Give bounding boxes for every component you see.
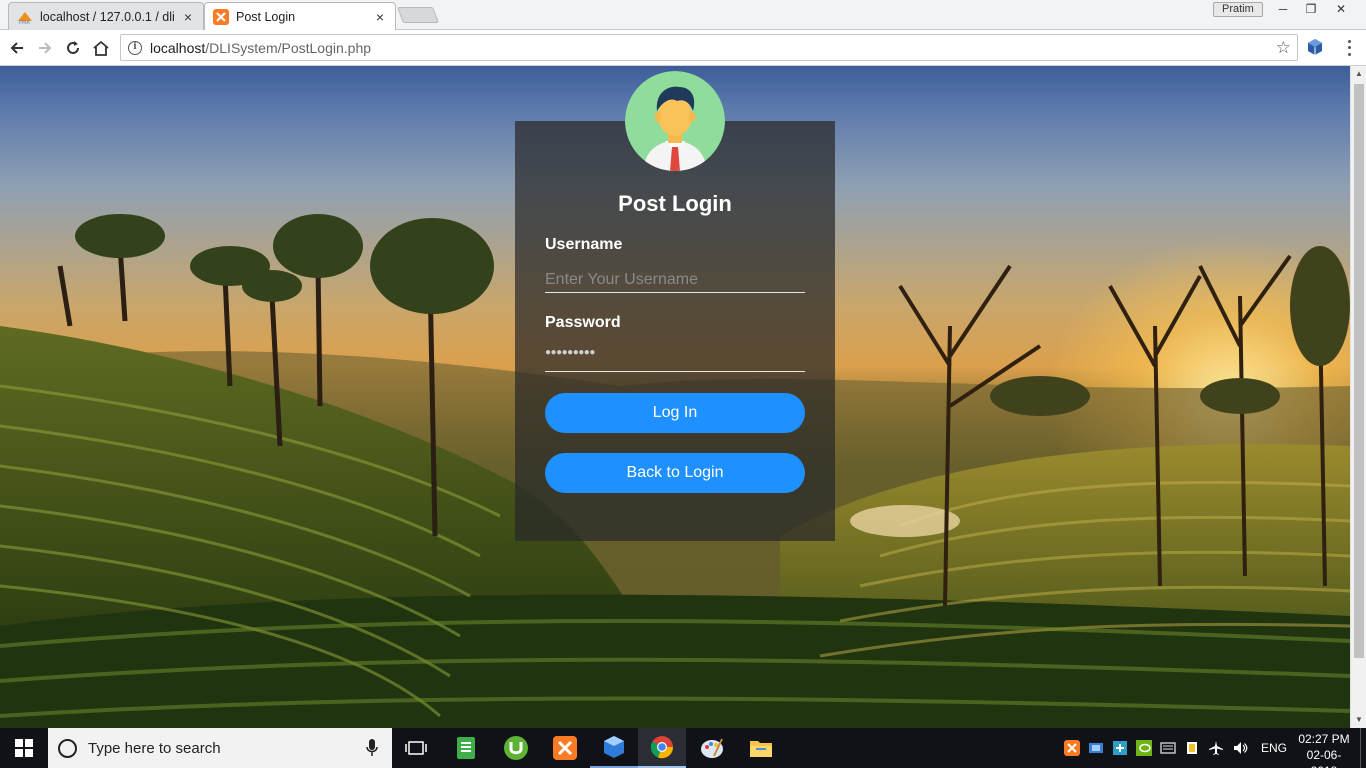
user-avatar-icon	[625, 71, 725, 171]
scrollbar-thumb[interactable]	[1354, 84, 1364, 658]
notepad-plus-app[interactable]	[442, 728, 490, 768]
clock-time: 02:27 PM	[1298, 732, 1350, 746]
reload-icon	[67, 41, 79, 54]
taskbar-search[interactable]: Type here to search	[48, 728, 392, 768]
utorrent-app[interactable]	[492, 728, 540, 768]
clock-date: 02-06-2018	[1306, 748, 1342, 768]
scroll-up-arrow-icon[interactable]: ▲	[1351, 66, 1366, 82]
info-icon[interactable]: i	[128, 40, 142, 55]
tab-post-login[interactable]: Post Login ×	[204, 2, 396, 31]
xampp-tray-icon[interactable]	[1064, 740, 1080, 756]
utorrent-icon	[504, 736, 528, 760]
system-tray	[1064, 728, 1248, 768]
security-tray-icon[interactable]	[1112, 740, 1128, 756]
password-mask: ●●●●●●●●●	[545, 347, 595, 358]
svg-text:PMA: PMA	[19, 20, 30, 25]
airplane-mode-icon[interactable]	[1208, 740, 1224, 756]
minimize-button[interactable]: ─	[1268, 0, 1298, 18]
new-tab-button[interactable]	[397, 7, 439, 23]
window-close-button[interactable]: ✕	[1326, 0, 1356, 18]
microphone-icon[interactable]	[366, 739, 378, 757]
virtualbox-app[interactable]	[590, 728, 638, 768]
username-input[interactable]	[545, 267, 805, 293]
network-share-icon[interactable]	[1088, 740, 1104, 756]
volume-icon[interactable]	[1232, 740, 1248, 756]
power-tray-icon[interactable]	[1184, 740, 1200, 756]
chrome-app[interactable]	[638, 728, 686, 768]
xampp-icon	[553, 736, 577, 760]
tab-phpmyadmin[interactable]: PMA localhost / 127.0.0.1 / dlis ×	[8, 2, 204, 30]
restore-button[interactable]: ❐	[1296, 0, 1326, 18]
notepad-plus-icon	[457, 737, 475, 759]
home-icon	[93, 40, 109, 56]
home-button[interactable]	[89, 36, 113, 60]
browser-toolbar: i localhost/DLISystem/PostLogin.php ☆	[0, 30, 1366, 66]
cortana-icon	[58, 738, 77, 758]
url-path: /DLISystem/PostLogin.php	[205, 39, 372, 56]
paint-palette-icon	[701, 738, 723, 758]
show-desktop-button[interactable]	[1360, 728, 1366, 768]
close-icon[interactable]: ×	[373, 9, 387, 25]
url-text: localhost/DLISystem/PostLogin.php	[150, 40, 371, 56]
password-label: Password	[545, 314, 621, 331]
xampp-app[interactable]	[541, 728, 589, 768]
phpmyadmin-icon: PMA	[18, 11, 32, 25]
username-label: Username	[545, 236, 623, 253]
menu-dots-icon[interactable]	[1340, 38, 1358, 58]
virtualbox-icon	[604, 736, 624, 758]
folder-icon	[750, 741, 772, 757]
reload-button[interactable]	[61, 36, 85, 60]
url-host: localhost	[150, 39, 206, 56]
back-button[interactable]	[5, 36, 29, 60]
page-title: Post Login	[618, 191, 732, 216]
file-explorer-app[interactable]	[737, 728, 785, 768]
task-view-button[interactable]	[392, 728, 440, 768]
windows-logo-icon	[15, 739, 33, 757]
page-scrollbar[interactable]: ▲ ▼	[1350, 66, 1366, 728]
tab-strip: PMA localhost / 127.0.0.1 / dlis × Post …	[0, 0, 1366, 31]
extension-cube-icon[interactable]	[1306, 38, 1324, 56]
nvidia-icon[interactable]	[1136, 740, 1152, 756]
back-to-login-button[interactable]: Back to Login	[545, 453, 805, 493]
user-avatar	[625, 71, 725, 171]
search-placeholder: Type here to search	[88, 739, 221, 757]
bookmark-star-icon[interactable]: ☆	[1276, 39, 1291, 56]
forward-button[interactable]	[33, 36, 57, 60]
clock[interactable]: 02:27 PM 02-06-2018	[1294, 731, 1354, 768]
arrow-left-icon	[10, 42, 23, 54]
tab-title: localhost / 127.0.0.1 / dlis	[40, 9, 175, 24]
scroll-down-arrow-icon[interactable]: ▼	[1351, 712, 1366, 728]
tab-title: Post Login	[236, 10, 296, 24]
xampp-icon	[213, 9, 229, 25]
windows-taskbar: Type here to search ENG 02:27 PM 02-06-	[0, 728, 1366, 768]
profile-button[interactable]: Pratim	[1213, 2, 1263, 17]
keyboard-icon[interactable]	[1160, 740, 1176, 756]
paint-app[interactable]	[688, 728, 736, 768]
chrome-icon	[650, 736, 674, 759]
arrow-right-icon	[39, 42, 52, 54]
address-bar[interactable]: i localhost/DLISystem/PostLogin.php ☆	[120, 34, 1298, 61]
close-icon[interactable]: ×	[181, 9, 195, 25]
language-indicator[interactable]: ENG	[1261, 741, 1287, 755]
task-view-icon	[405, 741, 427, 755]
login-button[interactable]: Log In	[545, 393, 805, 433]
start-button[interactable]	[0, 728, 48, 768]
